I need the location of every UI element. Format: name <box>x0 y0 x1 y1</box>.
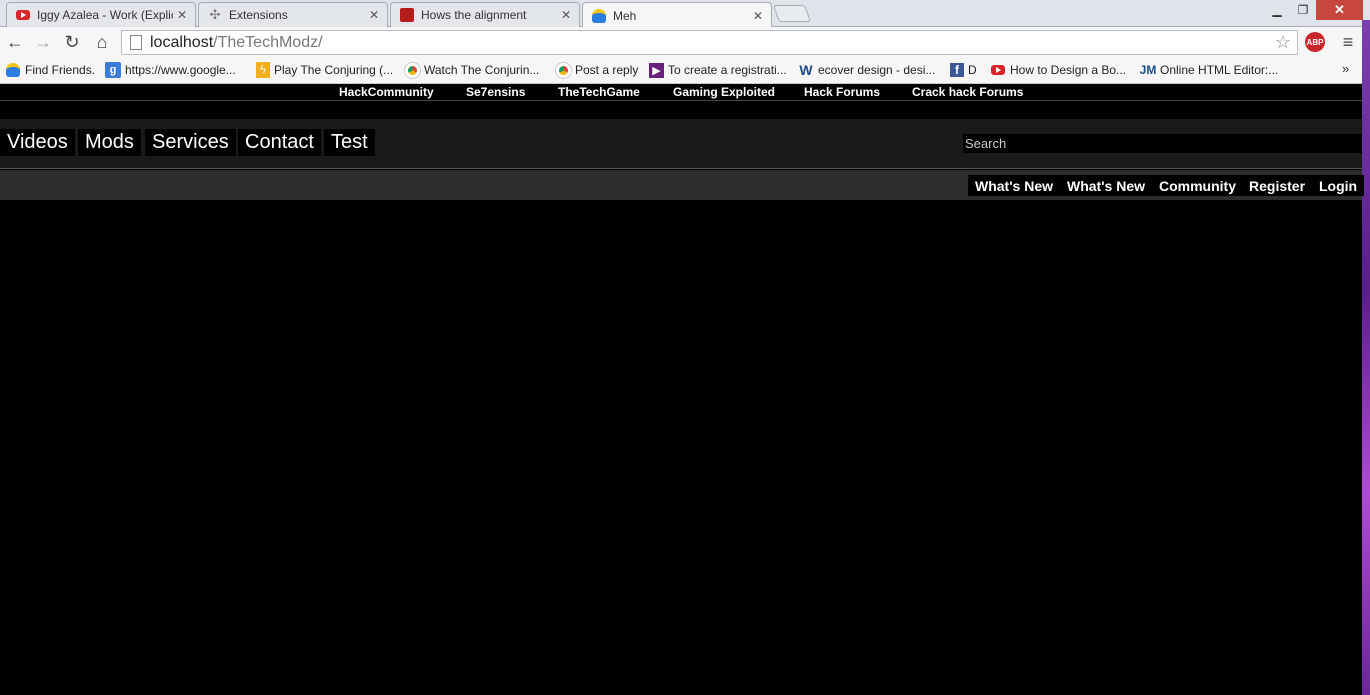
window-close-icon[interactable]: ✕ <box>1316 0 1363 20</box>
bookmark-item[interactable]: Find Friends. <box>5 61 95 79</box>
tab-strip: Iggy Azalea - Work (Explic ✕ ✣ Extension… <box>0 0 1370 28</box>
google-icon: g <box>105 62 121 78</box>
tab-title: Meh <box>613 8 637 23</box>
tab-iggy-azalea[interactable]: Iggy Azalea - Work (Explic ✕ <box>6 2 196 27</box>
url-path: /TheTechModz/ <box>213 33 323 51</box>
partner-link[interactable]: HackCommunity <box>339 85 434 99</box>
bookmark-label: ecover design - desi... <box>818 63 936 77</box>
bolt-icon: ϟ <box>256 62 270 78</box>
bookmarks-bar: Find Friends. g https://www.google... ϟ … <box>0 57 1370 84</box>
reload-icon[interactable]: ↻ <box>60 30 84 54</box>
desktop-background-edge <box>1362 20 1370 695</box>
restore-icon[interactable]: ❐ <box>1290 0 1316 20</box>
bookmark-label: Find Friends. <box>25 63 96 77</box>
bookmark-item[interactable]: JM Online HTML Editor:... <box>1139 61 1279 79</box>
bookmark-item[interactable]: g https://www.google... <box>105 61 236 79</box>
bookmark-label: To create a registrati... <box>668 63 787 77</box>
bookmark-item[interactable]: f D <box>950 61 977 79</box>
close-icon[interactable]: ✕ <box>177 8 187 22</box>
forward-arrow-icon[interactable]: → <box>31 30 55 54</box>
close-icon[interactable]: ✕ <box>561 8 571 22</box>
facebook-icon: f <box>950 63 964 77</box>
minimize-icon[interactable]: ▁ <box>1264 0 1290 20</box>
subnav-whats-new-2[interactable]: What's New <box>1060 175 1153 196</box>
person-icon <box>5 62 21 78</box>
bookmark-item[interactable]: ϟ Play The Conjuring (... <box>256 61 393 79</box>
subnav-register[interactable]: Register <box>1242 175 1313 196</box>
web-page: HackCommunity Se7ensins TheTechGame Gami… <box>0 84 1365 695</box>
partner-link[interactable]: Gaming Exploited <box>673 85 775 99</box>
chrome-icon <box>556 62 571 78</box>
bookmark-item[interactable]: ▶ To create a registrati... <box>649 61 787 79</box>
youtube-icon <box>990 62 1006 78</box>
window-controls: ▁ ❐ ✕ <box>1264 0 1363 20</box>
bookmark-item[interactable]: How to Design a Bo... <box>990 61 1126 79</box>
browser-toolbar: ← → ↻ ⌂ localhost/TheTechModz/ ☆ ABP ≡ <box>0 27 1370 57</box>
youtube-icon <box>15 7 31 23</box>
bookmark-label: Watch The Conjurin... <box>424 63 540 77</box>
nav-item-services[interactable]: Services <box>145 129 236 156</box>
nav-item-mods[interactable]: Mods <box>78 129 141 156</box>
jm-icon: JM <box>1139 63 1157 77</box>
new-tab-button[interactable] <box>772 5 812 22</box>
visualstudio-icon: ▶ <box>649 62 664 78</box>
tab-title: Extensions <box>229 8 288 22</box>
user-nav: What's New What's New Community Register… <box>0 170 1365 200</box>
subnav-community[interactable]: Community <box>1152 175 1243 196</box>
bookmark-label: Play The Conjuring (... <box>274 63 394 77</box>
puzzle-icon: ✣ <box>209 7 221 22</box>
adblock-icon[interactable]: ABP <box>1305 32 1325 52</box>
tab-meh[interactable]: Meh ✕ <box>582 2 772 28</box>
bookmarks-overflow-chevron-icon[interactable]: » <box>1342 61 1349 76</box>
tab-hows-the-alignment[interactable]: Hows the alignment ✕ <box>390 2 580 27</box>
partner-links-bar: HackCommunity Se7ensins TheTechGame Gami… <box>0 84 1362 101</box>
bookmark-label: Online HTML Editor:... <box>1160 63 1279 77</box>
partner-link[interactable]: Se7ensins <box>466 85 525 99</box>
tab-extensions[interactable]: ✣ Extensions ✕ <box>198 2 388 27</box>
bookmark-star-icon[interactable]: ☆ <box>1275 32 1291 53</box>
partner-link[interactable]: Hack Forums <box>804 85 880 99</box>
subnav-login[interactable]: Login <box>1312 175 1365 196</box>
subnav-whats-new[interactable]: What's New <box>968 175 1061 196</box>
bookmark-label: Post a reply <box>575 63 639 77</box>
close-icon[interactable]: ✕ <box>369 8 379 22</box>
url-host: localhost <box>150 33 214 51</box>
tab-title: Hows the alignment <box>421 8 527 22</box>
forum-icon <box>399 7 415 23</box>
nav-item-contact[interactable]: Contact <box>238 129 321 156</box>
nav-item-videos[interactable]: Videos <box>0 129 75 156</box>
menu-icon[interactable]: ≡ <box>1338 32 1358 52</box>
home-icon[interactable]: ⌂ <box>90 30 114 54</box>
tab-title: Iggy Azalea - Work (Explic <box>37 8 173 22</box>
chrome-icon <box>405 62 420 78</box>
close-icon[interactable]: ✕ <box>753 9 763 23</box>
bookmark-label: How to Design a Bo... <box>1010 63 1127 77</box>
bookmark-item[interactable]: W ecover design - desi... <box>798 61 935 79</box>
page-icon <box>130 35 142 50</box>
bookmark-item[interactable]: Post a reply <box>556 61 638 79</box>
nav-item-test[interactable]: Test <box>324 129 375 156</box>
person-icon <box>591 8 607 24</box>
header-spacer <box>0 102 1362 119</box>
main-nav: Videos Mods Services Contact Test <box>0 119 1362 169</box>
bookmark-item[interactable]: Watch The Conjurin... <box>405 61 539 79</box>
partner-link[interactable]: Crack hack Forums <box>912 85 1023 99</box>
search-input[interactable] <box>963 134 1362 153</box>
bookmark-label: D <box>968 63 977 77</box>
partner-link[interactable]: TheTechGame <box>558 85 640 99</box>
back-arrow-icon[interactable]: ← <box>3 30 27 54</box>
wordpress-icon: W <box>799 62 813 78</box>
address-bar[interactable]: localhost/TheTechModz/ ☆ <box>121 30 1298 55</box>
bookmark-label: https://www.google... <box>125 63 236 77</box>
